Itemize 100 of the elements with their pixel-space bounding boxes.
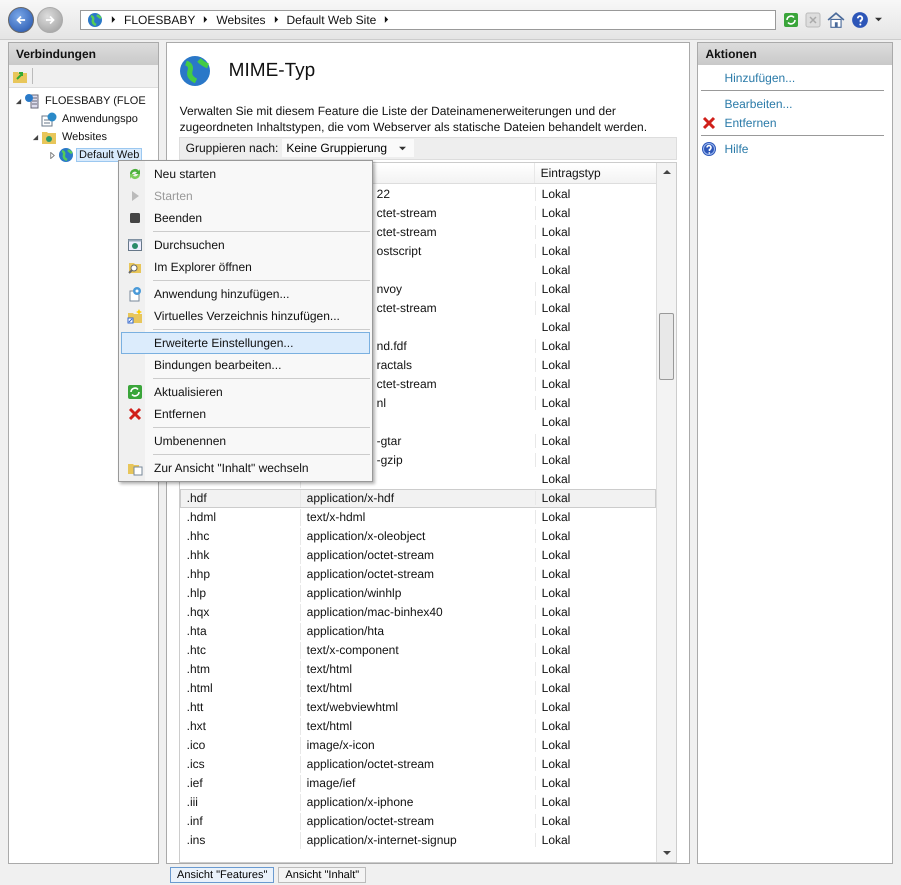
scroll-up-icon[interactable] <box>662 168 671 176</box>
help-icon[interactable] <box>851 10 869 28</box>
menu-item[interactable]: Neu starten <box>121 163 370 185</box>
breadcrumb-item[interactable]: Websites <box>216 12 266 26</box>
action-link[interactable]: Entfernen <box>724 116 776 130</box>
scroll-down-icon[interactable] <box>662 849 671 857</box>
menu-item[interactable]: Bindungen bearbeiten... <box>121 354 370 376</box>
table-cell: application/hta <box>300 624 536 638</box>
back-button[interactable] <box>8 6 34 32</box>
table-cell: .ief <box>180 774 301 792</box>
table-cell-text: Lokal <box>540 320 572 334</box>
table-cell-text: Lokal <box>540 548 572 562</box>
table-cell-text: Lokal <box>540 206 572 220</box>
globe-icon <box>58 147 74 163</box>
breadcrumb-item[interactable]: Default Web Site <box>286 12 376 26</box>
menu-item[interactable]: Im Explorer öffnen <box>121 256 370 278</box>
folder-arrow-icon[interactable] <box>12 68 33 84</box>
action-link[interactable]: Hinzufügen... <box>724 70 796 84</box>
refresh-icon[interactable] <box>783 12 799 28</box>
table-cell: application/octet-stream <box>300 814 536 828</box>
collapse-arrow-icon[interactable] <box>32 134 39 140</box>
globe-icon <box>178 54 211 87</box>
menu-item[interactable]: Anwendung hinzufügen... <box>121 283 370 305</box>
table-cell: .iii <box>180 794 301 811</box>
expand-arrow-icon[interactable] <box>49 152 56 158</box>
breadcrumb-arrow-icon[interactable] <box>203 16 208 23</box>
view-tab[interactable]: Ansicht "Features" <box>170 867 274 883</box>
feature-title: MIME-Typ <box>228 60 316 82</box>
menu-item[interactable]: Entfernen <box>121 403 370 425</box>
table-cell-text: Lokal <box>540 225 572 240</box>
scroll-thumb[interactable] <box>659 312 674 380</box>
help-icon <box>701 140 718 156</box>
breadcrumb-item[interactable]: FLOESBABY <box>124 12 196 26</box>
table-cell-text: Lokal <box>540 719 572 734</box>
table-cell: .html <box>180 680 301 697</box>
menu-item[interactable]: Virtuelles Verzeichnis hinzufügen... <box>121 305 370 327</box>
view-tab[interactable]: Ansicht "Inhalt" <box>278 867 366 883</box>
table-cell: text/html <box>300 719 536 734</box>
folder-shortcut-icon <box>127 308 143 324</box>
dropdown-arrow-icon <box>399 144 406 152</box>
table-cell: ctet-stream <box>376 301 437 316</box>
dropdown-arrow-icon[interactable] <box>875 16 882 23</box>
table-cell: text/html <box>300 662 536 676</box>
refresh-icon <box>127 384 143 400</box>
table-cell-text: Lokal <box>540 282 572 296</box>
table-cell: ractals <box>376 358 412 372</box>
table-cell: application/mac-binhex40 <box>300 605 536 620</box>
menu-item[interactable]: Umbenennen <box>121 430 370 452</box>
table-cell-text: Lokal <box>540 776 572 790</box>
table-cell: nl <box>376 396 386 410</box>
address-bar[interactable]: FLOESBABY Websites Default Web Site <box>80 10 776 30</box>
menu-item[interactable]: Erweiterte Einstellungen... <box>121 332 370 354</box>
table-cell-text: Lokal <box>540 377 572 392</box>
table-cell-text: Lokal <box>540 472 572 486</box>
table-cell: application/winhlp <box>300 586 536 600</box>
breadcrumb-arrow-icon[interactable] <box>384 16 390 23</box>
table-cell-text: Lokal <box>540 453 572 468</box>
table-cell-text: Lokal <box>540 795 572 810</box>
table-cell: .hlp <box>180 584 301 602</box>
table-cell: application/x-oleobject <box>300 529 536 544</box>
menu-item[interactable]: Aktualisieren <box>121 381 370 403</box>
breadcrumb-arrow-icon[interactable] <box>274 16 279 23</box>
table-cell-text: Lokal <box>540 605 572 620</box>
table-cell-text: Lokal <box>540 358 572 372</box>
action-link[interactable]: Hilfe <box>724 142 748 156</box>
table-cell: .hdf <box>180 490 301 507</box>
group-by-dropdown[interactable]: Keine Gruppierung <box>282 139 414 158</box>
scrollbar[interactable] <box>656 162 676 862</box>
x-mark-icon <box>701 114 718 130</box>
selected-row[interactable]: .hdf application/x-hdf Lokal <box>180 488 656 508</box>
table-cell: .hxt <box>180 718 301 735</box>
table-cell: application/octet-stream <box>300 567 536 582</box>
tree-item[interactable]: FLOESBABY (FLOE <box>42 94 149 108</box>
tree-item[interactable]: Anwendungspo <box>59 112 141 126</box>
table-cell-text: Lokal <box>540 339 572 354</box>
table-cell-text: Lokal <box>540 415 572 430</box>
tree-item[interactable]: Default Web <box>76 148 142 162</box>
table-cell: .hhp <box>180 566 301 583</box>
tree-item[interactable]: Websites <box>59 130 110 144</box>
table-cell-text: Lokal <box>540 567 572 582</box>
table-cell: .ico <box>180 736 301 754</box>
globe-icon <box>87 12 103 28</box>
table-cell: application/x-hdf <box>300 491 536 506</box>
menu-item[interactable]: Zur Ansicht "Inhalt" wechseln <box>121 457 370 479</box>
table-cell: application/x-iphone <box>300 795 536 810</box>
server-icon <box>24 93 40 109</box>
table-cell: .hdml <box>180 508 301 526</box>
menu-item[interactable]: Durchsuchen <box>121 234 370 256</box>
action-link[interactable]: Bearbeiten... <box>724 96 792 110</box>
table-cell-text: Lokal <box>540 434 572 448</box>
table-cell-text: Lokal <box>540 263 572 278</box>
menu-item[interactable]: Beenden <box>121 207 370 229</box>
panel-header: Verbindungen <box>9 43 158 65</box>
collapse-arrow-icon[interactable] <box>15 98 22 104</box>
document-gear-icon <box>127 286 143 302</box>
breadcrumb-arrow-icon[interactable] <box>111 16 116 23</box>
table-cell-text: Lokal <box>540 662 572 676</box>
table-cell-text: Lokal <box>540 301 572 316</box>
home-icon[interactable] <box>827 10 845 28</box>
table-cell: -gzip <box>376 453 403 468</box>
